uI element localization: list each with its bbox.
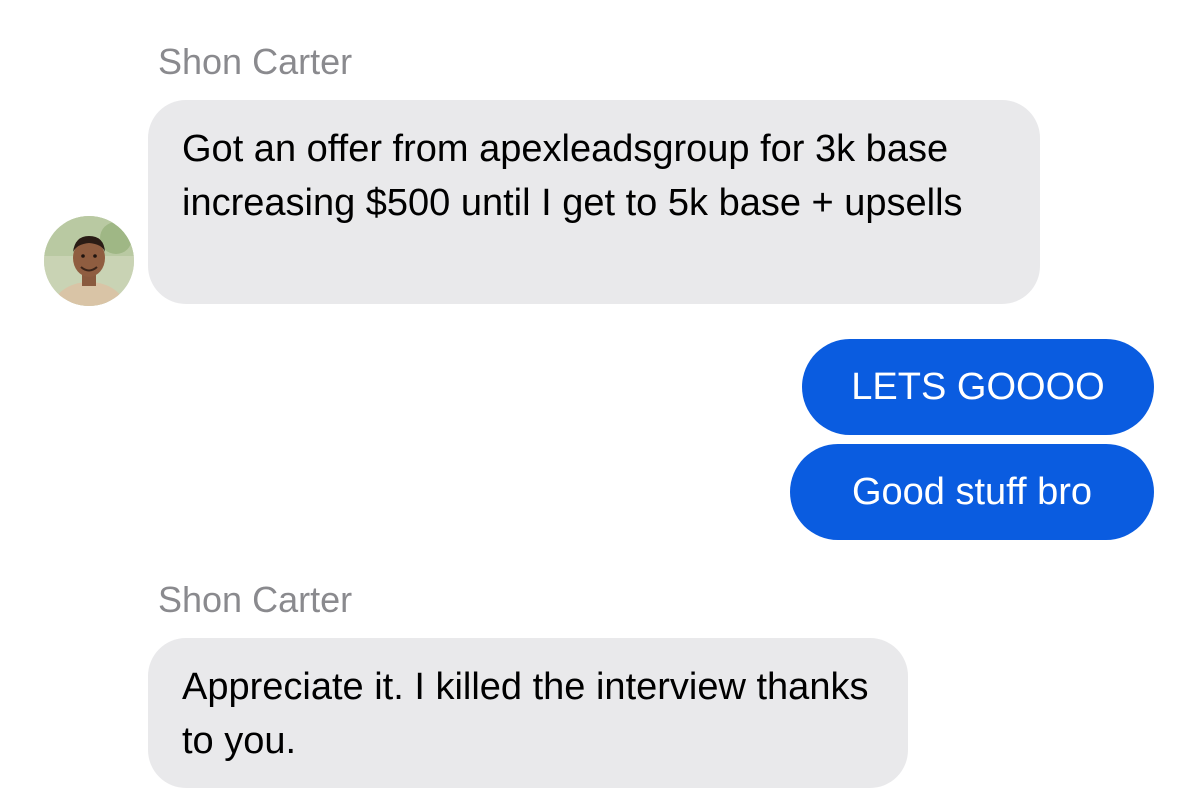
message-text: LETS GOOOO [851,366,1105,408]
incoming-message-bubble[interactable]: Got an offer from apexleadsgroup for 3k … [148,100,1040,304]
contact-avatar[interactable] [44,216,134,306]
avatar-photo-icon [44,216,134,306]
incoming-message-bubble[interactable]: Appreciate it. I killed the interview th… [148,638,908,788]
message-text: Good stuff bro [851,471,1093,513]
sender-name: Shon Carter [158,579,353,620]
message-text: Appreciate it. I killed the interview th… [182,666,869,762]
outgoing-message-bubble[interactable]: LETS GOOOO [802,339,1154,435]
sender-name: Shon Carter [158,41,353,82]
message-text: Got an offer from apexleadsgroup for 3k … [182,128,963,224]
outgoing-message-bubble[interactable]: Good stuff bro [790,444,1154,540]
